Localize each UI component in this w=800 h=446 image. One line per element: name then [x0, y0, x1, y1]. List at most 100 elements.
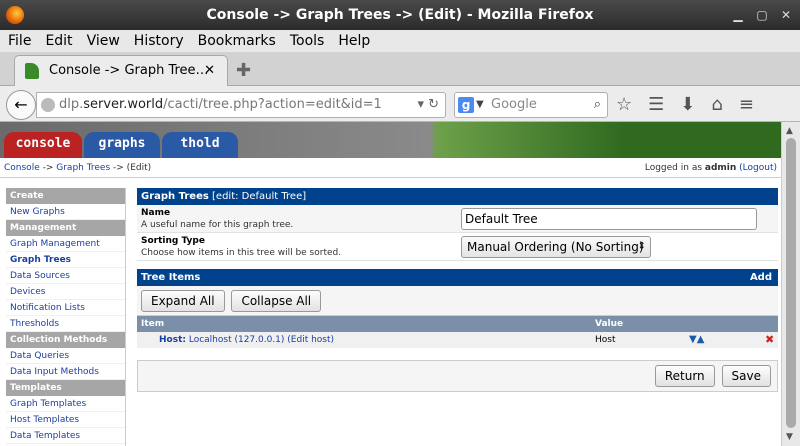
collapse-all-button[interactable]: Collapse All: [231, 290, 322, 312]
breadcrumb-graph-trees[interactable]: Graph Trees: [56, 163, 110, 173]
breadcrumb-current: -> (Edit): [110, 163, 152, 173]
menu-icon[interactable]: ≡: [739, 94, 754, 115]
reading-list-icon[interactable]: ☰: [648, 94, 664, 115]
tab-strip: Console -> Graph Tree… ✕ ✚: [0, 52, 800, 87]
back-button[interactable]: ←: [6, 90, 36, 120]
tree-items-column-header: Item Value: [137, 316, 778, 332]
navigation-toolbar: ← dlp.server.world/cacti/tree.php?action…: [0, 86, 800, 122]
bookmark-star-icon[interactable]: ☆: [616, 94, 632, 115]
expand-collapse-row: Expand All Collapse All: [137, 286, 778, 316]
menu-history[interactable]: History: [134, 30, 184, 52]
scroll-down-icon[interactable]: ▼: [786, 432, 793, 442]
url-bar[interactable]: dlp.server.world/cacti/tree.php?action=e…: [36, 92, 446, 118]
header-edit: [edit: Default Tree]: [212, 191, 307, 202]
sidebar-item-data-input-methods[interactable]: Data Input Methods: [6, 364, 125, 380]
move-up-icon[interactable]: ▲: [697, 334, 705, 345]
sidebar: Create New Graphs Management Graph Manag…: [6, 188, 126, 446]
menu-bookmarks[interactable]: Bookmarks: [198, 30, 276, 52]
download-icon[interactable]: ⬇: [680, 94, 695, 115]
tab-close-icon[interactable]: ✕: [204, 56, 215, 86]
sidebar-head-management: Management: [6, 220, 125, 236]
sidebar-item-host-templates[interactable]: Host Templates: [6, 412, 125, 428]
page-scrollbar[interactable]: ▲ ▼: [781, 122, 800, 446]
search-placeholder: Google: [491, 97, 537, 112]
close-window-icon[interactable]: ✕: [778, 7, 794, 23]
sorting-value: Manual Ordering (No Sorting): [467, 240, 644, 254]
sorting-desc: Choose how items in this tree will be so…: [141, 248, 342, 258]
window-title: Console -> Graph Trees -> (Edit) - Mozil…: [206, 7, 594, 23]
globe-icon: [41, 98, 55, 112]
sorting-select[interactable]: Manual Ordering (No Sorting) ⇕: [461, 236, 651, 258]
host-link[interactable]: Host: Localhost (127.0.0.1) (Edit host): [159, 332, 334, 348]
save-button[interactable]: Save: [721, 365, 771, 387]
login-status: Logged in as admin (Logout): [645, 158, 777, 178]
sidebar-item-thresholds[interactable]: Thresholds: [6, 316, 125, 332]
row-value: Host: [595, 335, 616, 345]
return-button[interactable]: Return: [654, 365, 715, 387]
sidebar-item-notification-lists[interactable]: Notification Lists: [6, 300, 125, 316]
sidebar-item-new-graphs[interactable]: New Graphs: [6, 204, 125, 220]
sidebar-head-create: Create: [6, 188, 125, 204]
page-content: console graphs thold Console -> Graph Tr…: [0, 122, 781, 446]
scrollbar-thumb[interactable]: [786, 138, 796, 428]
main-panel: Graph Trees [edit: Default Tree] Name A …: [137, 188, 778, 392]
dropdown-history-icon[interactable]: ▾ ↻: [417, 93, 439, 117]
name-field[interactable]: Default Tree: [461, 208, 757, 230]
sorting-label: Sorting Type: [141, 236, 205, 246]
tab-title: Console -> Graph Tree…: [49, 63, 209, 78]
select-updown-icon: ⇕: [637, 241, 646, 252]
expand-all-button[interactable]: Expand All: [141, 290, 225, 312]
sidebar-item-graph-management[interactable]: Graph Management: [6, 236, 125, 252]
move-down-icon[interactable]: ▼: [689, 334, 697, 345]
sidebar-item-graph-trees[interactable]: Graph Trees: [6, 252, 125, 268]
tree-items-title: Tree Items: [141, 272, 201, 283]
tab-graphs[interactable]: graphs: [84, 132, 160, 158]
search-go-icon[interactable]: ⌕: [594, 93, 601, 117]
delete-icon[interactable]: ✖: [765, 332, 774, 348]
browser-tab[interactable]: Console -> Graph Tree… ✕: [14, 55, 228, 87]
tab-console[interactable]: console: [4, 132, 82, 158]
window-titlebar: Console -> Graph Trees -> (Edit) - Mozil…: [0, 0, 800, 30]
sorting-row: Sorting Type Choose how items in this tr…: [137, 233, 778, 261]
menu-tools[interactable]: Tools: [290, 30, 325, 52]
sidebar-item-data-templates[interactable]: Data Templates: [6, 428, 125, 444]
menubar: File Edit View History Bookmarks Tools H…: [0, 30, 800, 52]
firefox-logo-icon: [6, 6, 24, 24]
host-prefix: Host:: [159, 335, 186, 345]
sidebar-item-data-queries[interactable]: Data Queries: [6, 348, 125, 364]
chevron-down-icon[interactable]: ▼: [476, 93, 484, 117]
menu-help[interactable]: Help: [338, 30, 370, 52]
home-icon[interactable]: ⌂: [711, 94, 722, 115]
table-row: Host: Localhost (127.0.0.1) (Edit host) …: [137, 332, 778, 348]
login-prefix: Logged in as: [644, 163, 705, 173]
breadcrumb-sep: ->: [39, 163, 57, 173]
sidebar-item-devices[interactable]: Devices: [6, 284, 125, 300]
col-value: Value: [595, 319, 624, 329]
logout-link[interactable]: (Logout): [739, 163, 777, 173]
google-icon[interactable]: g: [458, 97, 474, 113]
breadcrumb: Console -> Graph Trees -> (Edit) Logged …: [0, 158, 781, 178]
search-input[interactable]: g ▼ Google ⌕: [454, 92, 608, 118]
sidebar-head-collection-methods: Collection Methods: [6, 332, 125, 348]
url-host: server.world: [83, 97, 164, 112]
menu-edit[interactable]: Edit: [45, 30, 72, 52]
add-link[interactable]: Add: [750, 269, 772, 286]
host-text: Localhost (127.0.0.1) (Edit host): [185, 335, 335, 345]
cacti-favicon-icon: [25, 63, 39, 79]
minimize-icon[interactable]: ▁: [730, 7, 746, 23]
maximize-icon[interactable]: ▢: [754, 7, 770, 23]
sidebar-head-templates: Templates: [6, 380, 125, 396]
menu-view[interactable]: View: [87, 30, 120, 52]
col-item: Item: [141, 319, 165, 329]
tab-thold[interactable]: thold: [162, 132, 238, 158]
form-actions: Return Save: [137, 360, 778, 392]
sidebar-item-graph-templates[interactable]: Graph Templates: [6, 396, 125, 412]
sidebar-item-data-sources[interactable]: Data Sources: [6, 268, 125, 284]
new-tab-icon[interactable]: ✚: [236, 60, 251, 81]
menu-file[interactable]: File: [8, 30, 31, 52]
cacti-banner: console graphs thold: [0, 122, 781, 158]
breadcrumb-console[interactable]: Console: [4, 163, 40, 173]
scroll-up-icon[interactable]: ▲: [786, 126, 793, 136]
tree-items-header: Tree Items Add: [137, 269, 778, 286]
name-row: Name A useful name for this graph tree. …: [137, 205, 778, 233]
